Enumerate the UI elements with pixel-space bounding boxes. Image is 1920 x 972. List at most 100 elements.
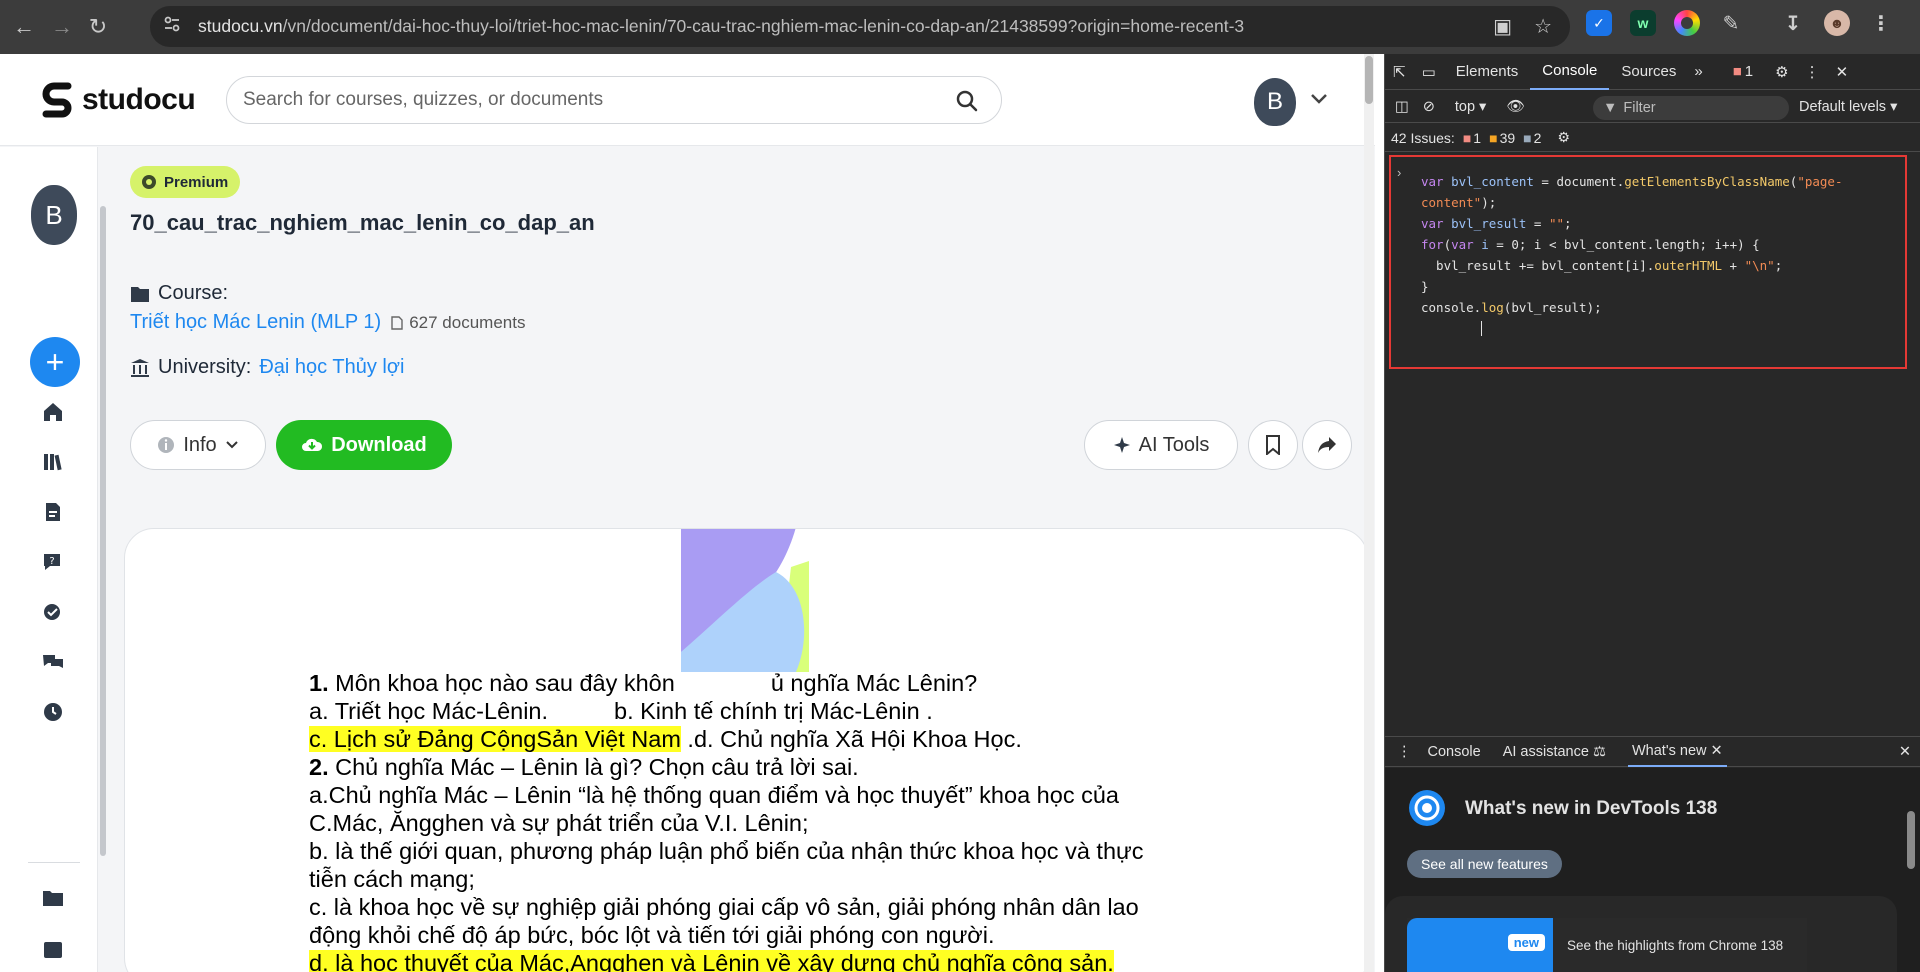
- extension-check-icon[interactable]: ✓: [1586, 10, 1612, 36]
- quiz-icon[interactable]: [40, 599, 66, 625]
- clear-console-icon[interactable]: ⊘: [1423, 99, 1435, 115]
- device-toggle-icon[interactable]: ▭: [1414, 54, 1444, 90]
- home-icon[interactable]: [40, 399, 66, 425]
- download-button[interactable]: Download: [276, 420, 452, 470]
- profile-avatar[interactable]: ☻: [1824, 10, 1850, 36]
- ai-tools-button[interactable]: AI Tools: [1084, 420, 1238, 470]
- issues-warning-icon: ■: [1489, 129, 1498, 146]
- filter-icon: ▼: [1603, 100, 1618, 116]
- drawer-scrollbar[interactable]: [1907, 811, 1915, 869]
- see-all-features-button[interactable]: See all new features: [1407, 850, 1562, 878]
- issues-info-icon: ■: [1523, 129, 1532, 146]
- document-add-icon[interactable]: [40, 499, 66, 525]
- course-link[interactable]: Triết học Mác Lenin (MLP 1): [130, 311, 381, 334]
- search-icon[interactable]: [955, 89, 979, 118]
- user-avatar[interactable]: B: [1254, 78, 1296, 126]
- question-text: Chủ nghĩa Mác – Lênin là gì? Chọn câu tr…: [328, 754, 859, 780]
- answer-b: b. Kinh tế chính trị Mác-Lênin .: [614, 698, 933, 724]
- drawer-menu-icon[interactable]: ⋮: [1397, 744, 1412, 760]
- logo-text: studocu: [82, 83, 196, 116]
- drawer-tab-ai-assistance[interactable]: AI assistance ⚖: [1503, 744, 1606, 760]
- chrome-menu-icon[interactable]: ⋮: [1868, 10, 1894, 36]
- error-counter[interactable]: ■ 1: [1729, 54, 1757, 90]
- devtools-panel: ⇱ ▭ Elements Console Sources » ■ 1 ⚙ ⋮ ✕ …: [1384, 54, 1920, 972]
- document-title: 70_cau_trac_nghiem_mac_lenin_co_dap_an: [130, 210, 595, 235]
- console-filter-input[interactable]: ▼ Filter: [1593, 96, 1789, 120]
- info-label: Info: [183, 433, 217, 456]
- issues-settings-icon[interactable]: ⚙: [1557, 129, 1570, 146]
- close-drawer-icon[interactable]: ✕: [1899, 744, 1911, 760]
- answer-line: c. là khoa học về sự nghiệp giải phóng g…: [309, 894, 1139, 920]
- url-text[interactable]: studocu.vn/vn/document/dai-hoc-thuy-loi/…: [198, 16, 1244, 37]
- more-tabs-icon[interactable]: »: [1688, 54, 1708, 90]
- premium-badge: Premium: [130, 166, 241, 198]
- close-devtools-icon[interactable]: ✕: [1828, 54, 1857, 90]
- issues-warning-count: 39: [1499, 129, 1516, 146]
- console-output[interactable]: › var bvl_content = document.getElements…: [1385, 153, 1920, 773]
- forward-icon[interactable]: →: [42, 7, 82, 47]
- extension-w-icon[interactable]: w: [1630, 10, 1656, 36]
- university-link[interactable]: Đại học Thủy lợi: [259, 356, 404, 379]
- chevron-down-icon[interactable]: [1310, 92, 1328, 110]
- folder-icon[interactable]: [40, 885, 66, 911]
- drawer-tab-console[interactable]: Console: [1428, 744, 1481, 760]
- share-button[interactable]: [1302, 420, 1352, 470]
- drawer-tab-whats-new[interactable]: What's new ✕: [1627, 737, 1727, 767]
- add-button[interactable]: +: [30, 337, 80, 387]
- search-input[interactable]: [243, 89, 943, 111]
- page-scrollbar-thumb[interactable]: [1365, 56, 1373, 104]
- studocu-page: studocu B B + ?: [0, 54, 1375, 972]
- new-badge: new: [1507, 934, 1545, 951]
- downloads-icon[interactable]: ↧: [1780, 10, 1806, 36]
- answer-line: tiễn cách mạng;: [309, 866, 475, 892]
- more-options-icon[interactable]: ⋮: [1797, 54, 1828, 90]
- library-icon[interactable]: [40, 449, 66, 475]
- issues-error-count: 1: [1473, 129, 1482, 146]
- issues-bar[interactable]: 42 Issues: ■ 1 ■ 39 ■ 2 ⚙: [1385, 124, 1920, 152]
- sidebar-scrollbar[interactable]: [100, 206, 106, 856]
- console-input-code[interactable]: var bvl_content = document.getElementsBy…: [1421, 171, 1842, 339]
- log-levels-label: Default levels: [1799, 98, 1887, 115]
- site-header: studocu B: [0, 54, 1375, 146]
- whats-new-panel: What's new in DevTools 138 See all new f…: [1385, 768, 1920, 972]
- back-icon[interactable]: ←: [4, 7, 44, 47]
- settings-gear-icon[interactable]: ⚙: [1767, 54, 1796, 90]
- ai-tools-label: AI Tools: [1138, 433, 1210, 456]
- chrome-highlights-link[interactable]: new See the highlights from Chrome 138: [1407, 918, 1807, 972]
- sidebar-avatar[interactable]: B: [31, 185, 77, 245]
- question-number: 2.: [309, 754, 329, 780]
- devtools-logo-icon: [1409, 790, 1445, 826]
- tab-elements[interactable]: Elements: [1444, 54, 1531, 90]
- extension-color-icon[interactable]: [1674, 10, 1700, 36]
- course-row: Course:: [130, 282, 228, 305]
- tab-console[interactable]: Console: [1530, 54, 1610, 90]
- tab-sources[interactable]: Sources: [1609, 54, 1688, 90]
- bookmark-button[interactable]: [1248, 420, 1298, 470]
- reload-icon[interactable]: ↻: [78, 7, 118, 47]
- inspect-element-icon[interactable]: ⇱: [1385, 54, 1414, 90]
- address-bar[interactable]: studocu.vn/vn/document/dai-hoc-thuy-loi/…: [150, 6, 1570, 47]
- bookmark-star-icon[interactable]: ☆: [1534, 14, 1552, 39]
- highlights-thumbnail: new: [1407, 918, 1553, 972]
- page-scrollbar[interactable]: [1364, 54, 1374, 972]
- studocu-logo[interactable]: studocu: [40, 80, 196, 120]
- info-button[interactable]: Info: [130, 420, 266, 470]
- log-levels-dropdown[interactable]: Default levels ▾: [1799, 99, 1897, 115]
- extensions-puzzle-icon[interactable]: ✎: [1718, 10, 1744, 36]
- install-app-icon[interactable]: ▣: [1493, 14, 1512, 39]
- history-clock-icon[interactable]: [40, 699, 66, 725]
- chat-icon[interactable]: [40, 649, 66, 675]
- context-selector[interactable]: top ▾: [1455, 99, 1486, 115]
- site-info-icon[interactable]: [162, 14, 192, 39]
- close-tab-icon[interactable]: ✕: [1711, 743, 1723, 759]
- sidebar-toggle-icon[interactable]: ◫: [1395, 99, 1409, 115]
- live-expression-eye-icon[interactable]: 👁: [1506, 98, 1524, 115]
- site-search[interactable]: [226, 76, 1002, 124]
- whats-new-title: What's new in DevTools 138: [1465, 798, 1718, 819]
- devtools-tabs: ⇱ ▭ Elements Console Sources » ■ 1 ⚙ ⋮ ✕: [1385, 54, 1920, 90]
- question-text-end: ủ nghĩa Mác Lênin?: [770, 670, 978, 696]
- course-doc-count: 627 documents: [409, 312, 526, 332]
- url-path: /vn/document/dai-hoc-thuy-loi/triet-hoc-…: [282, 16, 1245, 36]
- ask-question-icon[interactable]: ?: [40, 549, 66, 575]
- folder-secondary-icon[interactable]: [40, 937, 66, 963]
